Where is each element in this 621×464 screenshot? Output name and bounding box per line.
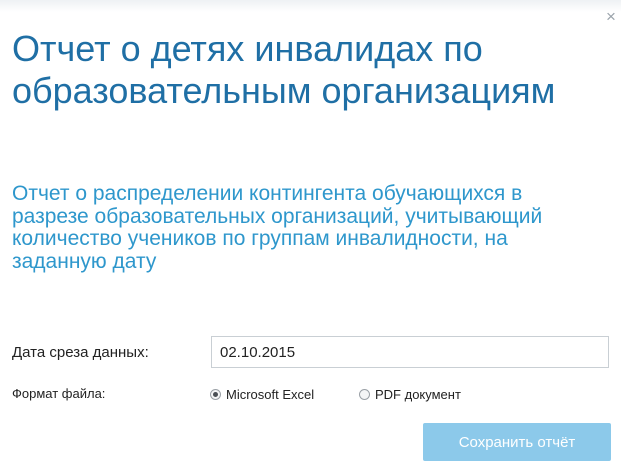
dialog-title: Отчет о детях инвалидах по образовательн…	[12, 28, 556, 111]
radio-checked-icon[interactable]	[210, 388, 221, 400]
format-option-excel[interactable]: Microsoft Excel	[210, 385, 314, 403]
format-option-pdf[interactable]: PDF документ	[359, 385, 461, 403]
dialog-top-shade	[0, 0, 621, 12]
format-option-excel-label: Microsoft Excel	[226, 386, 315, 402]
report-dialog: × Отчет о детях инвалидах по образовател…	[0, 0, 621, 464]
save-report-button[interactable]: Сохранить отчёт	[423, 423, 611, 461]
date-label: Дата среза данных:	[12, 344, 149, 361]
format-option-pdf-label: PDF документ	[375, 386, 461, 402]
format-label: Формат файла:	[12, 386, 106, 401]
close-icon[interactable]: ×	[603, 8, 619, 25]
format-row: Формат файла: Microsoft Excel PDF докуме…	[12, 385, 612, 405]
dialog-subtitle: Отчет о распределении контингента обучаю…	[12, 182, 543, 273]
date-row: Дата среза данных:	[12, 336, 612, 370]
radio-unchecked-icon[interactable]	[359, 388, 370, 400]
date-input[interactable]	[211, 336, 609, 368]
